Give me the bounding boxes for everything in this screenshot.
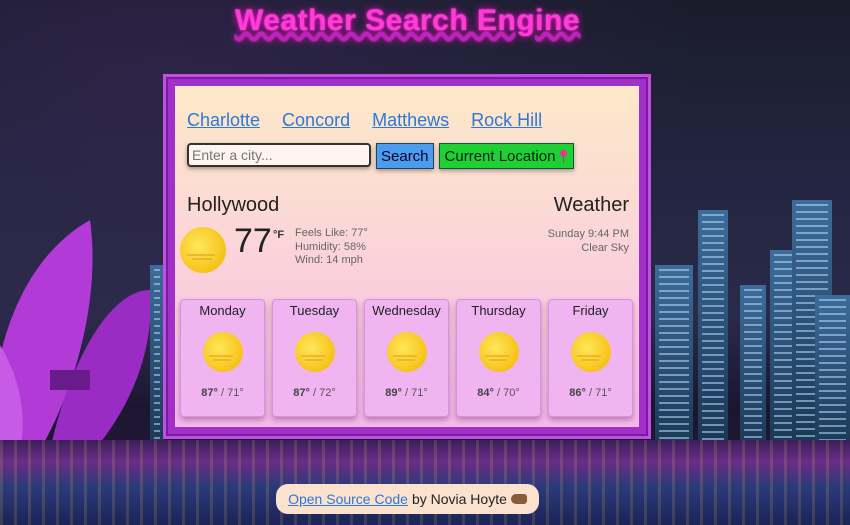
current-location-button[interactable]: Current Location (438, 143, 575, 169)
sun-icon (294, 332, 335, 372)
forecast-temps: 87° / 72° (293, 387, 336, 399)
lotus-building (0, 220, 151, 455)
forecast-low: 72° (319, 387, 336, 399)
sun-icon (570, 332, 611, 372)
feels-like: Feels Like: 77° (295, 227, 368, 239)
pointing-hand-icon (510, 494, 527, 504)
city-search-input[interactable] (187, 143, 371, 167)
forecast-day: Tuesday 87° / 72° (272, 299, 357, 417)
city-links: Charlotte Concord Matthews Rock Hill (187, 110, 542, 131)
current-temperature: 77 (234, 222, 272, 260)
current-datetime: Sunday 9:44 PM (547, 228, 629, 240)
temperature-unit: °F (273, 229, 285, 241)
search-form: Search Current Location (187, 143, 575, 169)
search-button[interactable]: Search (376, 143, 434, 169)
footer: Open Source Code by Novia Hoyte (276, 484, 539, 514)
pin-icon (559, 149, 568, 163)
weather-details: Feels Like: 77° Humidity: 58% Wind: 14 m… (295, 227, 368, 268)
forecast-day-name: Friday (572, 303, 609, 318)
forecast-high: 87° (293, 387, 310, 399)
forecast-temps: 87° / 71° (201, 387, 244, 399)
forecast-day: Thursday 84° / 70° (456, 299, 541, 417)
forecast-day-name: Thursday (471, 303, 526, 318)
forecast-low: 71° (595, 387, 612, 399)
sun-icon (478, 332, 519, 372)
forecast-day: Friday 86° / 71° (548, 299, 633, 417)
current-location-label: Current Location (444, 147, 556, 165)
forecast-temps: 86° / 71° (569, 387, 612, 399)
forecast-high: 87° (201, 387, 218, 399)
city-link-concord[interactable]: Concord (282, 110, 350, 131)
forecast-high: 86° (569, 387, 586, 399)
forecast-day-name: Tuesday (289, 303, 340, 318)
forecast-day: Wednesday 89° / 71° (364, 299, 449, 417)
sun-icon (180, 227, 226, 273)
forecast-low: 71° (227, 387, 244, 399)
sun-icon (202, 332, 243, 372)
city-link-matthews[interactable]: Matthews (372, 110, 449, 131)
forecast-low: 71° (411, 387, 428, 399)
forecast-temps: 89° / 71° (385, 387, 428, 399)
weather-heading: Weather (553, 194, 629, 216)
sun-icon (386, 332, 427, 372)
forecast-day-name: Wednesday (372, 303, 441, 318)
humidity: Humidity: 58% (295, 240, 366, 253)
footer-author: by Novia Hoyte (411, 491, 507, 507)
weather-card: Charlotte Concord Matthews Rock Hill Sea… (163, 74, 651, 439)
forecast-temps: 84° / 70° (477, 387, 520, 399)
city-link-rock-hill[interactable]: Rock Hill (471, 110, 542, 131)
forecast-high: 84° (477, 387, 494, 399)
forecast-low: 70° (503, 387, 520, 399)
wind: Wind: 14 mph (295, 254, 363, 266)
date-description: Sunday 9:44 PM Clear Sky (548, 227, 629, 255)
page-title: Weather Search Engine (234, 4, 581, 37)
city-link-charlotte[interactable]: Charlotte (187, 110, 260, 131)
forecast-high: 89° (385, 387, 402, 399)
open-source-link[interactable]: Open Source Code (288, 491, 408, 507)
forecast-list: Monday 87° / 71° Tuesday 87° / 72° Wedne… (180, 299, 633, 417)
forecast-day-name: Monday (199, 303, 246, 318)
forecast-day: Monday 87° / 71° (180, 299, 265, 417)
weather-description: Clear Sky (581, 242, 629, 254)
current-city: Hollywood (187, 194, 280, 216)
